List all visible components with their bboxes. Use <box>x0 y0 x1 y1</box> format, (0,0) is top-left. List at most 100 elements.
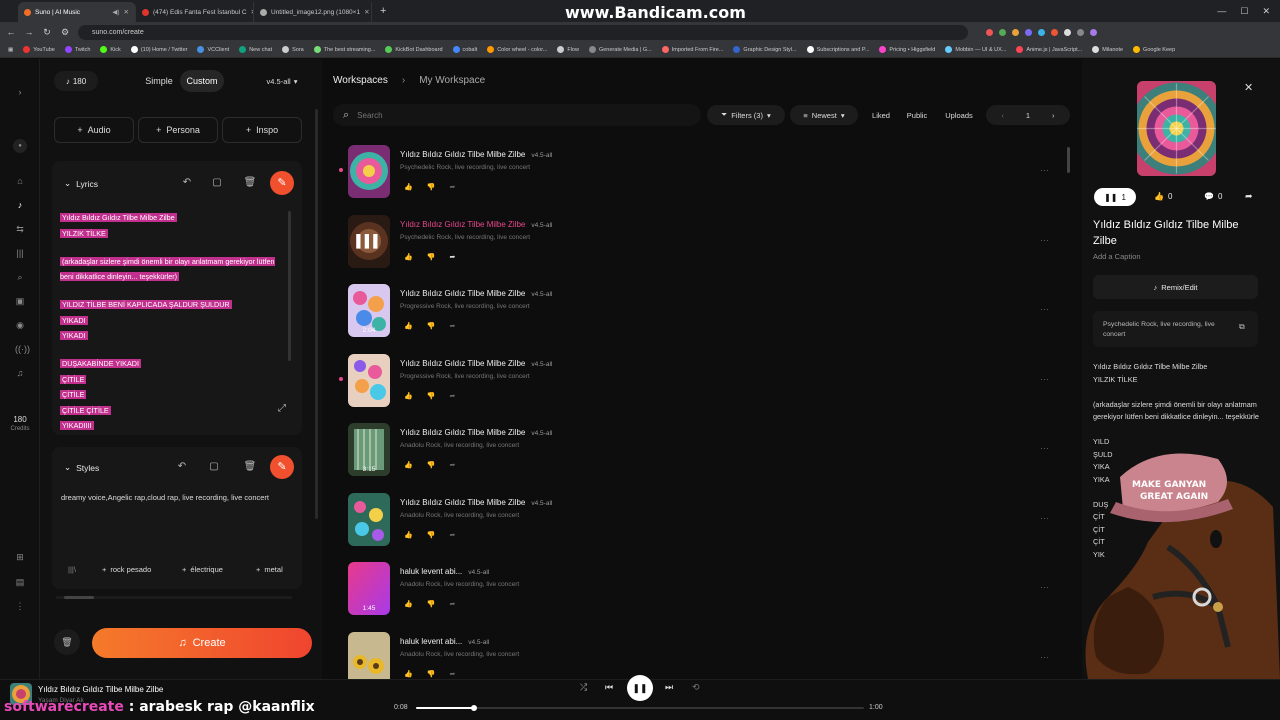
caption-input[interactable]: Add a Caption <box>1093 252 1141 261</box>
shuffle-icon[interactable]: ⤮ <box>580 682 587 693</box>
bookmark[interactable]: Generate Media | G... <box>588 46 652 53</box>
thumbs-up-icon[interactable]: 👍 <box>404 322 413 330</box>
mode-simple-tab[interactable]: Simple <box>140 70 178 92</box>
credits-chip[interactable]: ♪ 180 <box>54 71 98 91</box>
minimize-icon[interactable]: — <box>1217 6 1226 17</box>
styles-h-scroll[interactable] <box>56 596 292 599</box>
bookmark[interactable]: Google Keep <box>1133 46 1175 53</box>
song-row[interactable]: Yıldız Bıldız Gıldız Tilbe Milbe Zilbe v4… <box>322 145 1067 213</box>
share-icon[interactable]: ➦ <box>449 670 455 678</box>
more-options-icon[interactable]: ··· <box>1040 304 1049 314</box>
generate-lyrics-icon[interactable]: ✎ <box>270 171 294 195</box>
bookmark[interactable]: KickBot Dashboard <box>385 46 443 53</box>
extension-icon[interactable] <box>1051 28 1058 36</box>
thumbs-up-icon[interactable]: 👍 <box>404 253 413 261</box>
undo-icon[interactable]: ↶ <box>174 459 190 475</box>
bookmark[interactable]: Subscriptions and P... <box>806 46 869 53</box>
bookmark[interactable]: New chat <box>239 46 272 53</box>
bookmark[interactable]: Twitch <box>64 46 90 53</box>
copy-icon[interactable]: ▢ <box>209 175 225 191</box>
bookmark[interactable]: Pricing • Higgsfield <box>879 46 935 53</box>
maximize-icon[interactable]: ☐ <box>1240 6 1248 17</box>
pause-button[interactable]: ❚❚ <box>627 675 653 701</box>
apps-icon[interactable]: ▦ <box>8 47 13 53</box>
like-button[interactable]: 👍 0 <box>1154 192 1172 201</box>
more-options-icon[interactable]: ··· <box>1040 582 1049 592</box>
prev-page-icon[interactable]: ‹ <box>1002 111 1005 120</box>
next-page-icon[interactable]: › <box>1052 111 1055 120</box>
studio-icon[interactable]: ⇆ <box>15 224 25 234</box>
explore-icon[interactable]: ◉ <box>15 320 25 330</box>
extension-icon[interactable] <box>1012 28 1019 36</box>
song-title[interactable]: haluk levent abi... <box>400 637 462 646</box>
thumbs-up-icon[interactable]: 👍 <box>404 183 413 191</box>
bookmark[interactable]: Color wheel - color... <box>487 46 547 53</box>
song-cover[interactable] <box>348 145 390 198</box>
share-icon[interactable]: ➦ <box>449 461 455 469</box>
extension-icon[interactable] <box>986 28 993 36</box>
thumbs-up-icon[interactable]: 👍 <box>404 461 413 469</box>
bookmark[interactable]: Milanote <box>1092 46 1123 53</box>
thumbs-up-icon[interactable]: 👍 <box>404 392 413 400</box>
add-inspo-button[interactable]: + Inspo <box>222 117 302 143</box>
url-field[interactable]: suno.com/create <box>78 24 968 40</box>
previous-icon[interactable]: ⏮ <box>605 682 613 693</box>
song-title[interactable]: Yıldız Bıldız Gıldız Tilbe Milbe Zilbe <box>400 359 525 368</box>
new-tab-icon[interactable]: + <box>380 5 386 17</box>
trash-icon[interactable]: 🗑 <box>242 175 258 191</box>
thumbs-down-icon[interactable]: 👎 <box>427 461 436 469</box>
share-icon[interactable]: ➦ <box>449 322 455 330</box>
thumbs-down-icon[interactable]: 👎 <box>427 392 436 400</box>
lyrics-scrollbar[interactable] <box>288 211 291 361</box>
share-icon[interactable]: ➦ <box>1245 191 1253 202</box>
add-audio-button[interactable]: + Audio <box>54 117 134 143</box>
comments-button[interactable]: 💬 0 <box>1204 192 1222 201</box>
thumbs-down-icon[interactable]: 👎 <box>427 183 436 191</box>
profile-avatar-icon[interactable] <box>1090 28 1097 36</box>
bookmark[interactable]: The best streaming... <box>313 46 375 53</box>
extension-icon[interactable] <box>1025 28 1032 36</box>
bookmark[interactable]: Imported From Fire... <box>661 46 723 53</box>
progress-track[interactable] <box>416 705 864 711</box>
clear-form-icon[interactable]: 🗑 <box>54 629 80 655</box>
song-row[interactable]: Yıldız Bıldız Gıldız Tilbe Milbe Zilbe v4… <box>322 353 1067 422</box>
tab-close-icon[interactable]: ✕ <box>364 8 369 16</box>
song-title[interactable]: Yıldız Bıldız Gıldız Tilbe Milbe Zilbe <box>400 498 525 507</box>
create-panel-scrollbar[interactable] <box>315 109 318 519</box>
notifications-icon[interactable]: ♫ <box>15 368 25 378</box>
style-tag[interactable]: + metal <box>256 559 283 579</box>
song-cover[interactable]: 1:45 <box>348 562 390 615</box>
song-title[interactable]: Yıldız Bıldız Gıldız Tilbe Milbe Zilbe <box>400 289 525 298</box>
tab-close-icon[interactable]: ✕ <box>124 8 129 16</box>
sort-button[interactable]: ≡ Newest ▾ <box>790 105 858 125</box>
bookmark[interactable]: YouTube <box>23 46 55 53</box>
create-button[interactable]: ♫ Create <box>92 628 312 658</box>
document-icon[interactable]: ▤ <box>15 577 25 587</box>
song-row[interactable]: 3:15 Yıldız Bıldız Gıldız Tilbe Milbe Zil… <box>322 423 1067 491</box>
mode-custom-tab[interactable]: Custom <box>180 70 224 92</box>
progress-knob[interactable] <box>471 705 478 711</box>
song-cover[interactable] <box>348 631 390 685</box>
thumbs-up-icon[interactable]: 👍 <box>404 670 413 678</box>
bookmark[interactable]: cobalt <box>452 46 477 53</box>
song-cover[interactable] <box>348 492 390 546</box>
more-options-icon[interactable]: ··· <box>1040 513 1049 523</box>
search-box[interactable]: ⌕ Search <box>333 104 701 126</box>
more-icon[interactable]: ⋮ <box>15 601 25 611</box>
expand-icon[interactable]: ⤢ <box>274 401 290 417</box>
thumbs-down-icon[interactable]: 👎 <box>427 670 436 678</box>
lyrics-textarea[interactable]: Yıldız Bıldız Gıldız Tilbe Milbe Zilbe YI… <box>60 209 286 431</box>
thumbs-down-icon[interactable]: 👎 <box>427 531 436 539</box>
song-cover[interactable]: 3:15 <box>348 423 390 476</box>
page-number[interactable]: 1 <box>1008 111 1048 120</box>
thumbs-up-icon[interactable]: 👍 <box>404 600 413 608</box>
browser-tab-youtube[interactable]: (474) Edis Fanta Fest İstanbul C✕ <box>136 2 254 22</box>
gift-icon[interactable]: ⊞ <box>15 552 25 562</box>
uploads-filter[interactable]: Uploads <box>940 105 978 125</box>
song-row[interactable]: 2:04 Yıldız Bıldız Gıldız Tilbe Milbe Zil… <box>322 284 1067 352</box>
generate-style-icon[interactable]: ✎ <box>270 455 294 479</box>
more-options-icon[interactable]: ··· <box>1040 235 1049 245</box>
close-icon[interactable]: ✕ <box>1244 81 1253 94</box>
copy-icon[interactable]: ▢ <box>206 459 222 475</box>
undo-icon[interactable]: ↶ <box>179 175 195 191</box>
